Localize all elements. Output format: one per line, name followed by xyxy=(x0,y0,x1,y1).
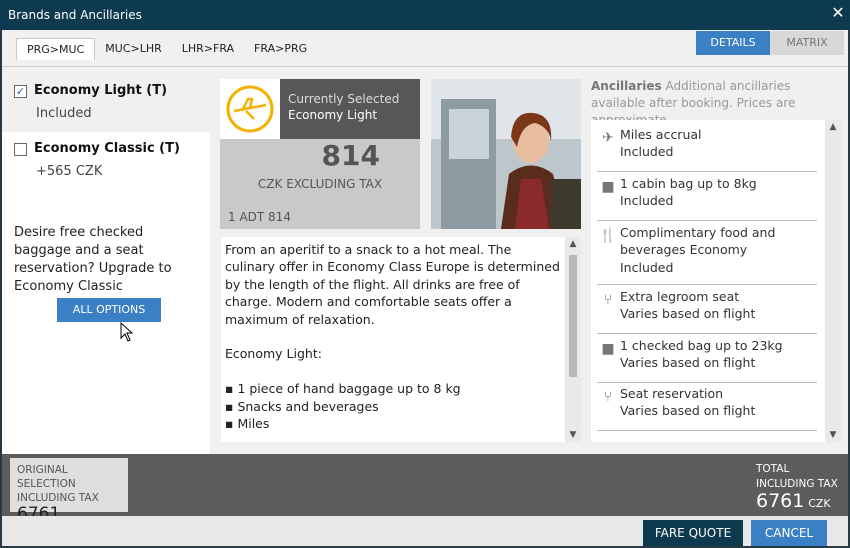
currently-selected-label: Currently Selected Economy Light xyxy=(280,79,420,139)
tab-lhr-fra[interactable]: LHR>FRA xyxy=(172,38,244,60)
airline-logo xyxy=(220,79,280,139)
ancillary-item: 🍴 Complimentary food and beverages Econo… xyxy=(597,221,817,285)
segment-tabs: PRG>MUC MUC>LHR LHR>FRA FRA>PRG xyxy=(16,38,317,60)
ancillaries-scrollbar[interactable]: ▲ ▼ xyxy=(825,120,841,442)
all-options-button[interactable]: ALL OPTIONS xyxy=(57,298,161,322)
fare-checkbox-checked[interactable]: ✓ xyxy=(14,85,27,98)
ancillary-item: ⑂ Seat reservation Varies based on flight xyxy=(597,382,817,431)
cabin-bag-icon: ■ xyxy=(601,179,615,195)
fare-description: From an aperitif to a snack to a hot mea… xyxy=(221,237,581,442)
tab-prg-muc[interactable]: PRG>MUC xyxy=(16,38,96,60)
button-bar: FARE QUOTE CANCEL xyxy=(2,516,848,546)
ancillary-name: 1 cabin bag up to 8kg xyxy=(620,176,757,191)
fare-name: Economy Light (T) xyxy=(34,83,168,98)
ancillary-item: ⑂ Extra legroom seat Varies based on flig… xyxy=(597,285,817,334)
description-scrollbar[interactable]: ▲ ▼ xyxy=(565,237,581,442)
details-toggle-button[interactable]: DETAILS xyxy=(696,31,770,55)
ancillary-name: Extra legroom seat xyxy=(620,289,740,304)
original-selection-label: ORIGINAL SELECTION xyxy=(17,464,76,490)
brands-dialog: PRG>MUC MUC>LHR LHR>FRA FRA>PRG DETAILS … xyxy=(2,30,848,546)
currently-selected-fare: Economy Light xyxy=(288,108,378,122)
fork-knife-icon: 🍴 xyxy=(599,228,617,244)
plane-miles-icon: ✈ xyxy=(602,130,614,146)
title-bar: Brands and Ancillaries ✕ xyxy=(0,0,850,30)
window-title: Brands and Ancillaries xyxy=(8,8,142,22)
scroll-up-icon[interactable]: ▲ xyxy=(565,237,581,251)
ancillary-status: Varies based on flight xyxy=(620,306,756,322)
scroll-up-icon[interactable]: ▲ xyxy=(825,120,841,134)
fare-price-delta: +565 CZK xyxy=(36,164,103,179)
fare-name: Economy Classic (T) xyxy=(34,141,180,156)
close-icon[interactable]: ✕ xyxy=(830,4,846,22)
fare-quote-button[interactable]: FARE QUOTE xyxy=(643,520,743,546)
matrix-toggle-button[interactable]: MATRIX xyxy=(770,31,844,55)
fare-status: Included xyxy=(36,106,92,121)
ancillary-name: Miles accrual xyxy=(620,127,702,142)
tab-divider xyxy=(2,66,848,67)
price-tax-label: CZK EXCLUDING TAX xyxy=(257,177,383,191)
tab-fra-prg[interactable]: FRA>PRG xyxy=(244,38,317,60)
ancillary-status: Included xyxy=(620,259,674,275)
ancillary-name: Complimentary food and beverages Economy xyxy=(620,225,776,258)
checked-bag-icon: ■ xyxy=(601,341,615,357)
fare-photo xyxy=(431,79,581,229)
view-toggle: DETAILS MATRIX xyxy=(696,31,844,55)
ancillary-status: Included xyxy=(620,193,674,209)
fare-option-economy-light[interactable]: ✓ Economy Light (T) Included xyxy=(2,74,210,132)
ancillaries-list: ✈ Miles accrual Included ■ 1 cabin bag up… xyxy=(591,120,841,442)
ancillary-name: 1 checked bag up to 23kg xyxy=(620,338,783,353)
mouse-cursor-icon xyxy=(120,322,134,342)
total-value: 6761 xyxy=(756,490,805,512)
ancillary-name: Seat reservation xyxy=(620,386,724,401)
upsell-text: Desire free checked baggage and a seat r… xyxy=(14,225,172,294)
ancillary-status: Included xyxy=(620,144,674,160)
fare-description-text: From an aperitif to a snack to a hot mea… xyxy=(225,242,560,432)
price-footer: ORIGINAL SELECTION INCLUDING TAX 6761 TO… xyxy=(2,454,848,523)
ancillary-status: Varies based on flight xyxy=(620,355,756,371)
passenger-breakdown: 1 ADT 814 xyxy=(228,210,291,224)
cancel-button[interactable]: CANCEL xyxy=(751,520,827,546)
fare-price: 814 xyxy=(321,139,380,172)
seat-icon: ⑂ xyxy=(603,389,613,405)
ancillary-item: ✈ Miles accrual Included xyxy=(597,123,817,172)
original-tax-label: INCLUDING TAX xyxy=(17,492,99,504)
ancillaries-title: Ancillaries xyxy=(591,79,662,93)
ancillary-item: ■ 1 cabin bag up to 8kg Included xyxy=(597,172,817,221)
fare-option-economy-classic[interactable]: Economy Classic (T) +565 CZK xyxy=(2,132,210,196)
scroll-thumb[interactable] xyxy=(569,255,577,377)
selected-fare-panel: Currently Selected Economy Light 814 CZK… xyxy=(220,79,420,229)
original-selection-box: ORIGINAL SELECTION INCLUDING TAX 6761 xyxy=(10,458,128,523)
fare-checkbox-unchecked[interactable] xyxy=(14,143,27,156)
scroll-down-icon[interactable]: ▼ xyxy=(565,428,581,442)
total-label: TOTAL xyxy=(756,463,790,475)
ancillary-item: ■ 1 checked bag up to 23kg Varies based o… xyxy=(597,334,817,383)
currently-selected-caption: Currently Selected xyxy=(288,92,400,106)
legroom-seat-icon: ⑂ xyxy=(603,292,613,308)
tab-muc-lhr[interactable]: MUC>LHR xyxy=(95,38,171,60)
ancillary-status: Varies based on flight xyxy=(620,403,756,419)
total-currency: CZK xyxy=(808,497,831,510)
scroll-down-icon[interactable]: ▼ xyxy=(825,428,841,442)
total-box: TOTAL INCLUDING TAX 6761 CZK xyxy=(756,462,842,512)
fare-list: ✓ Economy Light (T) Included Economy Cla… xyxy=(2,74,210,454)
